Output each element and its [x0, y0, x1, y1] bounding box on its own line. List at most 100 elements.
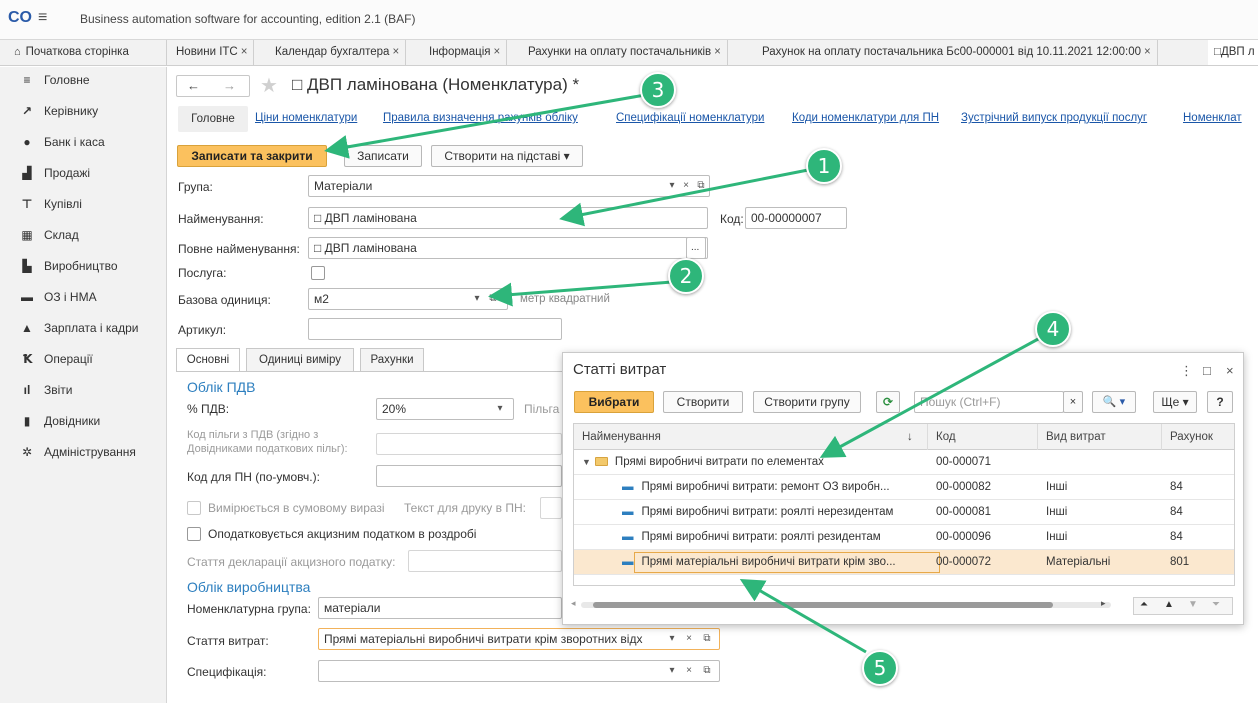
next-row-icon[interactable]: ▼	[1188, 599, 1198, 610]
sidebar-item-bank[interactable]: ● Банк і каса	[0, 129, 167, 155]
open-icon[interactable]: ⧉	[700, 664, 714, 678]
print-text-field[interactable]	[540, 497, 562, 519]
create-based-on-button[interactable]: Створити на підставі ▾	[431, 145, 583, 167]
column-header-kind[interactable]: Вид витрат	[1038, 424, 1162, 450]
table-row[interactable]: ▬ Прямі виробничі витрати: роялті резиден…	[574, 525, 1234, 550]
column-header-name[interactable]: Найменування ↓	[574, 424, 928, 450]
horizontal-scrollbar[interactable]	[581, 602, 1111, 608]
subnav-link-account-rules[interactable]: Правила визначення рахунків обліку	[383, 112, 578, 124]
search-options-button[interactable]: 🔍 ▾	[1092, 391, 1136, 413]
sum-expr-checkbox[interactable]	[187, 501, 201, 515]
tab-units[interactable]: Одиниці виміру	[246, 348, 354, 372]
forward-arrow-icon[interactable]: →	[223, 78, 236, 93]
close-icon[interactable]: ×	[714, 46, 721, 58]
service-checkbox[interactable]	[311, 266, 325, 280]
full-name-field[interactable]: □ ДВП ламінована	[308, 237, 708, 259]
create-button[interactable]: Створити	[663, 391, 743, 413]
close-icon[interactable]: ×	[1144, 46, 1151, 58]
table-row[interactable]: ▬ Прямі виробничі витрати: роялті нерезид…	[574, 500, 1234, 525]
sidebar-item-warehouse[interactable]: ▦ Склад	[0, 222, 167, 248]
sidebar-item-directories[interactable]: ▮ Довідники	[0, 408, 167, 434]
excise-checkbox[interactable]	[187, 527, 201, 541]
excise-decl-field[interactable]	[408, 550, 562, 572]
scroll-left-icon[interactable]: ◂	[571, 598, 576, 609]
hamburger-icon[interactable]: ≡	[38, 10, 47, 26]
chevron-down-icon[interactable]: ▾	[470, 292, 484, 306]
subnav-main[interactable]: Головне	[178, 106, 248, 132]
clear-icon[interactable]: ×	[682, 632, 696, 646]
sidebar-item-purchases[interactable]: ⊤ Купівлі	[0, 191, 167, 217]
column-header-account[interactable]: Рахунок	[1162, 424, 1234, 450]
subnav-link-more[interactable]: Номенклат	[1183, 112, 1242, 124]
tab-supplier-invoice-doc[interactable]: Рахунок на оплату постачальника Бс00-000…	[756, 40, 1158, 65]
nom-group-field[interactable]: матеріали	[318, 597, 562, 619]
maximize-icon[interactable]: □	[1203, 363, 1211, 378]
open-icon[interactable]: ⧉	[700, 632, 714, 646]
clear-search-icon[interactable]: ×	[1063, 391, 1083, 413]
tab-home[interactable]: ⌂ Початкова сторінка	[0, 40, 167, 65]
chevron-down-icon[interactable]: ▾	[665, 179, 679, 193]
sidebar-item-manager[interactable]: ↗ Керівнику	[0, 98, 167, 124]
tab-basic[interactable]: Основні	[176, 348, 240, 372]
close-icon[interactable]: ×	[392, 46, 399, 58]
tab-calendar[interactable]: Календар бухгалтера ×	[269, 40, 407, 65]
cost-item-field[interactable]: Прямі матеріальні виробничі витрати крім…	[318, 628, 720, 650]
sidebar-item-admin[interactable]: ✲ Адміністрування	[0, 439, 167, 465]
subnav-link-prices[interactable]: Ціни номенклатури	[255, 112, 357, 124]
sidebar-item-sales[interactable]: ▟ Продажі	[0, 160, 167, 186]
first-row-icon[interactable]: ⏶	[1140, 599, 1148, 610]
table-row[interactable]: ▼ Прямі виробничі витрати по елементах 00…	[574, 450, 1234, 475]
last-row-icon[interactable]: ⏷	[1212, 599, 1220, 610]
close-icon[interactable]: ×	[1226, 363, 1234, 378]
tab-current-item[interactable]: □ДВП л	[1208, 40, 1258, 65]
close-icon[interactable]: ×	[241, 46, 248, 58]
chevron-down-icon[interactable]: ▾	[665, 632, 679, 646]
specification-field[interactable]: ▾ × ⧉	[318, 660, 720, 682]
base-unit-field[interactable]: м2 ▾ ⧉	[308, 288, 508, 310]
subnav-link-codes[interactable]: Коди номенклатури для ПН	[792, 112, 939, 124]
benefit-code-field[interactable]	[376, 433, 562, 455]
search-input[interactable]: Пошук (Ctrl+F)	[914, 391, 1064, 413]
sidebar-item-production[interactable]: ▙ Виробництво	[0, 253, 167, 279]
clear-icon[interactable]: ×	[679, 179, 693, 193]
save-button[interactable]: Записати	[344, 145, 422, 167]
close-icon[interactable]: ×	[493, 46, 500, 58]
back-arrow-icon[interactable]: ←	[187, 78, 200, 93]
subnav-link-counter-release[interactable]: Зустрічний випуск продукції послуг	[961, 112, 1147, 124]
sidebar-item-reports[interactable]: ıl Звіти	[0, 377, 167, 403]
group-field[interactable]: Матеріали ▾ × ⧉	[308, 175, 710, 197]
chevron-down-icon[interactable]: ▾	[493, 402, 507, 416]
refresh-icon[interactable]: ⟳	[876, 391, 900, 413]
sidebar-item-main[interactable]: ≡ Головне	[0, 67, 167, 93]
tab-supplier-invoices[interactable]: Рахунки на оплату постачальників ×	[522, 40, 728, 65]
create-group-button[interactable]: Створити групу	[753, 391, 861, 413]
pn-code-field[interactable]	[376, 465, 562, 487]
save-and-close-button[interactable]: Записати та закрити	[177, 145, 327, 167]
select-button[interactable]: Вибрати	[574, 391, 654, 413]
sidebar-item-operations[interactable]: Ꝁ Операції	[0, 346, 167, 372]
code-field[interactable]: 00-00000007	[745, 207, 847, 229]
prev-row-icon[interactable]: ▲	[1164, 599, 1174, 610]
article-field[interactable]	[308, 318, 562, 340]
help-button[interactable]: ?	[1207, 391, 1233, 413]
clear-icon[interactable]: ×	[682, 664, 696, 678]
scrollbar-thumb[interactable]	[593, 602, 1053, 608]
more-icon[interactable]: ⋮	[1180, 363, 1193, 379]
full-name-open-button[interactable]: ...	[686, 237, 706, 259]
table-row[interactable]: ▬ Прямі виробничі витрати: ремонт ОЗ виро…	[574, 475, 1234, 500]
scroll-right-icon[interactable]: ▸	[1101, 598, 1106, 609]
column-header-code[interactable]: Код	[928, 424, 1038, 450]
star-icon[interactable]: ★	[260, 73, 278, 98]
tab-news[interactable]: Новини ITC ×	[170, 40, 255, 65]
name-field[interactable]: □ ДВП ламінована	[308, 207, 708, 229]
subnav-link-specifications[interactable]: Специфікації номенклатури	[616, 112, 764, 124]
tab-info[interactable]: Інформація ×	[423, 40, 508, 65]
chevron-down-icon[interactable]: ▾	[665, 664, 679, 678]
open-icon[interactable]: ⧉	[694, 179, 708, 193]
vat-rate-field[interactable]: 20% ▾	[376, 398, 514, 420]
open-icon[interactable]: ⧉	[486, 292, 500, 306]
more-menu-button[interactable]: Ще ▾	[1153, 391, 1197, 413]
expand-icon[interactable]: ▼	[582, 457, 591, 467]
tab-accounts[interactable]: Рахунки	[360, 348, 424, 372]
sidebar-item-fixed-assets[interactable]: ▬ ОЗ і НМА	[0, 284, 167, 310]
